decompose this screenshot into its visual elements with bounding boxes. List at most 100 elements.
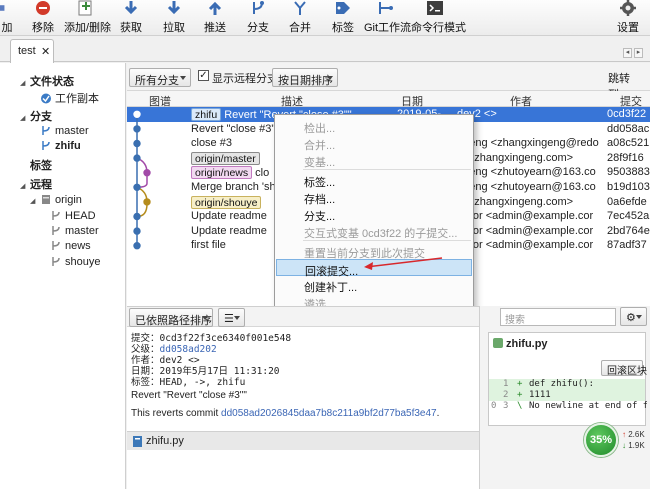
commit-author: ngeng <zhutoyearn@163.co [457,181,596,193]
terminal-button[interactable]: 命令行模式 [411,0,466,36]
diff-sign: + [517,390,523,400]
sidebar-item-remote-head[interactable]: HEAD [50,210,96,222]
commit-message: clo [255,167,270,180]
commit-hash: 7ec452a [607,210,650,223]
upload-speed: ↑ 2.6K [622,430,645,439]
collapse-arrow-icon[interactable]: ◢ [20,114,28,122]
branch-icon [52,226,60,235]
diff-line: 0 3 \ No newline at end of fi [489,401,647,412]
pull-icon [167,1,181,15]
commit-hash: a08c521 [607,137,650,150]
push-button[interactable]: 推送 [202,0,228,36]
reverted-commit-link[interactable]: dd058ad2026845daa7b8c211a9bf2d77ba5f3e47 [221,408,437,419]
commit-node [133,125,141,133]
commit-hash: b19d103 [607,181,650,193]
tab-label: test [18,45,36,57]
menu-item[interactable]: 合并... [276,134,472,152]
branch-icon [52,241,60,250]
add-remove-icon [78,0,92,16]
menu-item[interactable]: 交互式变基 0cd3f22 的子提交... [276,222,472,240]
sidebar-item-remote-news[interactable]: news [50,240,91,252]
commit-message: first file [191,239,226,252]
sidebar: ◢ 文件状态 工作副本 ◢ 分支 master zhifu 标签 ◢ 远程 ◢ orig… [0,63,126,489]
sidebar-section-tags[interactable]: 标签 [30,157,52,173]
sidebar-section-remotes[interactable]: ◢ 远程 [20,176,52,192]
sidebar-section-file-status[interactable]: ◢ 文件状态 [20,73,74,89]
sidebar-item-zhifu[interactable]: zhifu [40,140,81,152]
scroll-tabs-right-icon[interactable]: ▸ [634,48,643,58]
branch-icon [52,257,60,266]
commit-author: trator <admin@example.cor [457,224,594,237]
sort-dropdown[interactable]: 按日期排序 [272,68,338,87]
git-flow-button[interactable]: Git工作流 [364,0,411,36]
menu-item[interactable]: 标签... [276,171,472,189]
commit-node [143,168,151,177]
sidebar-item-origin[interactable]: ◢ origin [30,194,82,206]
path-sort-dropdown[interactable]: 已依照路径排序 [129,308,213,327]
branch-button[interactable]: 分支 [245,0,271,36]
fetch-button[interactable]: 获取 [118,0,144,36]
show-remote-checkbox[interactable]: ✓ [198,70,209,81]
revert-hunk-button[interactable]: 回滚区块 [601,360,647,377]
view-mode-dropdown[interactable]: ☰ [218,308,245,327]
diff-new: 1 [503,379,509,389]
menu-item[interactable]: 检出... [276,117,472,135]
commit-author: dev2 <> [457,108,497,120]
commit-node [133,139,141,148]
menu-item[interactable]: 创建补丁... [276,276,472,294]
sidebar-section-branches[interactable]: ◢ 分支 [20,108,52,124]
menu-item[interactable]: 分支... [276,205,472,223]
download-speed: ↓ 1.9K [622,441,645,450]
collapse-arrow-icon[interactable]: ◢ [20,182,28,190]
chevron-down-icon [234,316,240,320]
menu-item[interactable]: 变基... [276,151,472,169]
sidebar-item-master[interactable]: master [40,125,89,137]
diff-hunk: zhifu.py 回滚区块 1 + def zhifu(): 2 + 1111 0 3 \ N… [488,332,647,426]
commit-node [133,242,141,250]
commit-node [133,110,141,119]
commit-message: Update readme [191,210,267,223]
diff-options-dropdown[interactable]: ⚙ [620,307,647,326]
sidebar-item-remote-master[interactable]: master [50,225,99,237]
scroll-tabs-left-icon[interactable]: ◂ [623,48,632,58]
commit-hash: 2bd764e [607,224,650,237]
add-icon [0,5,5,11]
settings-button[interactable]: 设置 [614,0,642,36]
diff-text: 1111 [529,390,551,400]
commit-hash: 28f9f16 [607,151,644,164]
close-icon[interactable]: ✕ [41,45,50,58]
working-copy-icon [41,93,51,104]
remove-button[interactable]: 移除 [30,0,56,36]
git-flow-icon [379,2,393,14]
commit-node [143,198,151,206]
diff-lines: 1 + def zhifu(): 2 + 1111 0 3 \ No newline at e… [489,379,647,412]
branch-filter-dropdown[interactable]: 所有分支 [129,68,191,87]
collapse-arrow-icon[interactable]: ◢ [30,197,38,205]
chevron-down-icon [202,316,208,320]
changed-files-list: zhifu.py [127,431,479,489]
collapse-arrow-icon[interactable]: ◢ [20,79,28,87]
tab-bar: test ✕ [0,36,650,63]
commit-graph [133,110,151,250]
add-button[interactable]: 加 [0,0,14,36]
commit-node [133,227,141,235]
network-speed-badge[interactable]: 35% [584,423,618,457]
menu-item[interactable]: 存档... [276,188,472,206]
sidebar-item-working-copy[interactable]: 工作副本 [40,90,99,106]
add-remove-button[interactable]: 添加/删除 [64,0,111,36]
file-item[interactable]: zhifu.py [127,432,479,450]
commit-hash: 0cd3f22 [607,108,647,120]
commit-author: ngeng <zhutoyearn@163.co [457,166,596,179]
commit-author: trator <admin@example.cor [457,210,594,223]
diff-file-title: zhifu.py [493,338,548,350]
merge-button[interactable]: 合并 [287,0,313,36]
search-input[interactable]: 搜索 [500,308,616,326]
commit-table-header: 图谱 描述 日期 作者 提交 [127,91,650,108]
server-icon [42,195,50,204]
sidebar-item-remote-shouye[interactable]: shouye [50,256,100,268]
commit-hash: 9503883 [607,166,650,179]
tab-test[interactable]: test ✕ [10,39,54,63]
pull-button[interactable]: 拉取 [161,0,187,36]
chevron-down-icon [180,76,186,80]
tag-button[interactable]: 标签 [330,0,356,36]
